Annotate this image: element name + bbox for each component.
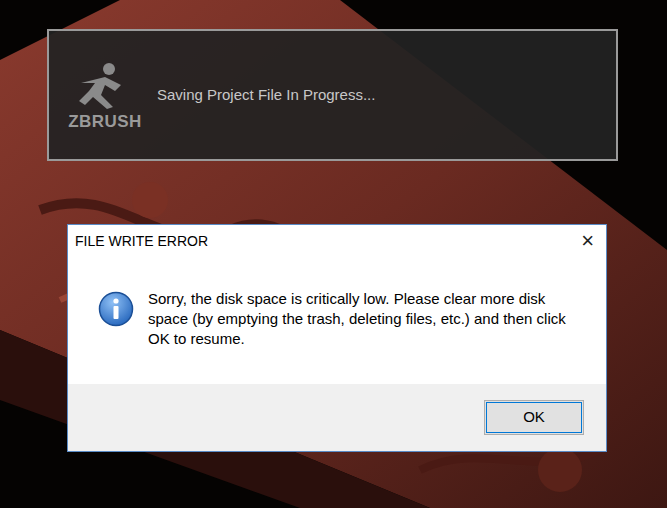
dialog-message: Sorry, the disk space is critically low.… [148, 289, 578, 349]
error-dialog: FILE WRITE ERROR × Sorry, the disk space i… [67, 224, 607, 452]
progress-message: Saving Project File In Progress... [157, 84, 375, 107]
info-icon [98, 291, 134, 327]
logo-text: ZBRUSH [68, 113, 141, 130]
close-button[interactable]: × [577, 230, 598, 252]
dialog-title: FILE WRITE ERROR [75, 231, 208, 252]
dialog-title-bar: FILE WRITE ERROR × [68, 225, 606, 257]
dialog-footer: OK [68, 384, 606, 451]
running-figure-icon [75, 61, 135, 111]
dialog-body: Sorry, the disk space is critically low.… [68, 257, 606, 384]
ok-button[interactable]: OK [484, 400, 584, 435]
app-screen: ZBRUSH Saving Project File In Progress...… [0, 0, 667, 508]
progress-panel: ZBRUSH Saving Project File In Progress... [47, 29, 618, 161]
zbrush-logo: ZBRUSH [65, 61, 145, 130]
